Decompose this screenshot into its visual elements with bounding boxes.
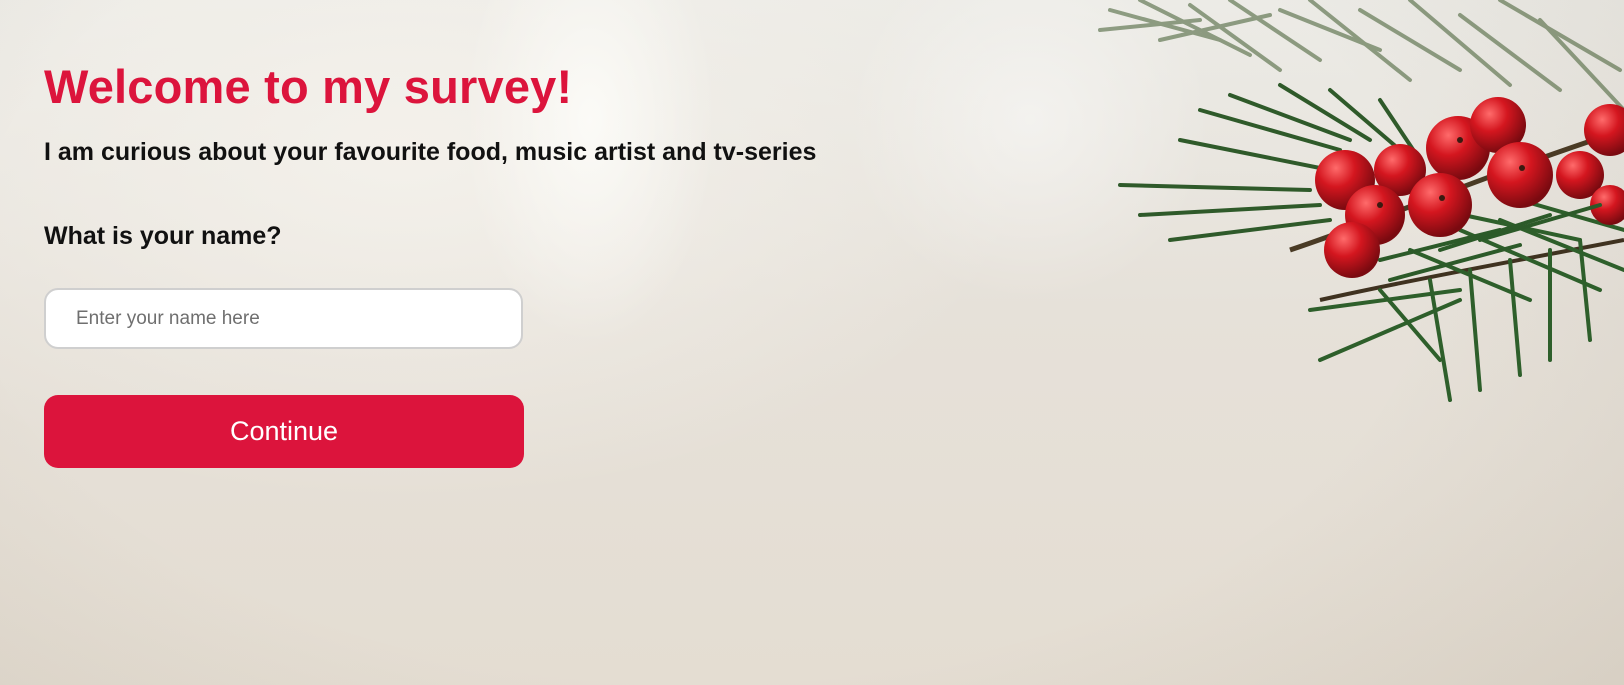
survey-welcome-panel: Welcome to my survey! I am curious about… [44, 58, 944, 468]
pine-berries-decoration [1098, 0, 1624, 402]
page-title: Welcome to my survey! [44, 60, 573, 113]
continue-button[interactable]: Continue [44, 395, 524, 468]
name-question-label: What is your name? [44, 222, 282, 250]
name-input[interactable] [44, 288, 523, 349]
survey-subtitle: I am curious about your favourite food, … [44, 138, 817, 166]
